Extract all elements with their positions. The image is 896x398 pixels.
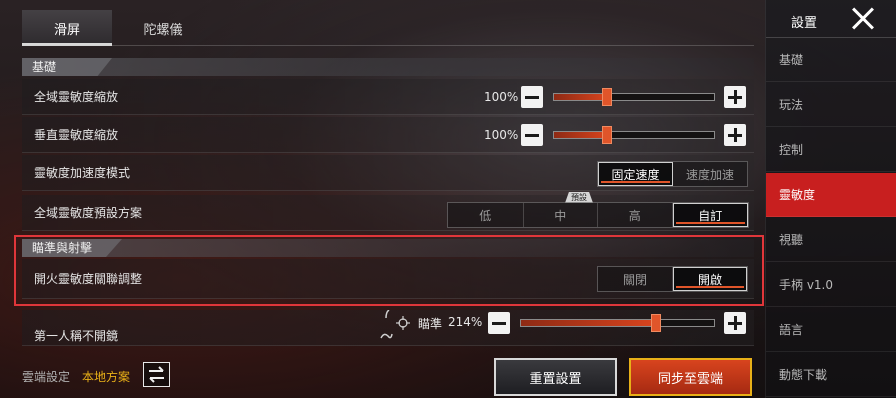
plus-icon [733,316,737,330]
first-person-value: 214% [448,315,483,329]
tab-swipe-label: 滑屏 [53,22,80,38]
first-person-label: 第一人稱不開鏡 [34,329,119,343]
first-person-knob[interactable] [651,314,661,332]
first-person-minus-button[interactable] [488,312,510,334]
global-sensitivity-plus-button[interactable] [724,86,746,108]
cloud-switch-button[interactable] [143,362,170,387]
sensitivity-preset-label: 全域靈敏度預設方案 [34,206,143,220]
sidebar-item-sensitivity[interactable]: 靈敏度 [766,173,896,217]
plus-icon [733,90,737,104]
global-sensitivity-value: 100% [484,90,519,104]
row-first-person: 第一人稱不開鏡 瞄準 214% [22,310,754,346]
acceleration-mode-selector: 固定速度 速度加速 [597,161,748,187]
crosshair-icon [396,316,410,330]
tab-divider [22,45,754,46]
cloud-setting-value: 本地方案 [82,370,131,384]
minus-icon [492,321,506,325]
sync-to-cloud-button[interactable]: 同步至雲端 [629,358,752,396]
minus-icon [525,133,539,137]
global-sensitivity-fill [554,94,607,100]
vertical-sensitivity-slider[interactable] [553,126,715,144]
highlight-frame [14,235,764,306]
first-person-slider[interactable] [520,314,715,332]
preset-option-medium[interactable]: 中 [524,203,598,227]
vertical-sensitivity-knob[interactable] [602,126,612,144]
accel-option-fixed[interactable]: 固定速度 [598,162,673,186]
global-sensitivity-label: 全域靈敏度縮放 [34,90,119,104]
first-person-aim-label: 瞄準 [418,317,443,331]
tab-swipe[interactable]: 滑屏 [22,10,112,46]
vertical-sensitivity-minus-button[interactable] [521,124,543,146]
acceleration-mode-label: 靈敏度加速度模式 [34,166,131,180]
preset-option-high[interactable]: 高 [598,203,673,227]
first-person-fill [521,320,656,326]
sidebar-item-audio-visual[interactable]: 視聽 [766,218,896,262]
sidebar-item-controls[interactable]: 控制 [766,128,896,172]
sidebar-item-dynamic-download[interactable]: 動態下載 [766,353,896,397]
preset-option-custom[interactable]: 自訂 [672,203,748,227]
cloud-setting-label: 雲端設定 [22,370,71,384]
close-icon[interactable] [850,6,876,32]
section-basic-title: 基礎 [32,60,57,74]
row-vertical-sensitivity: 垂直靈敏度縮放 100% [22,117,754,153]
preset-option-low[interactable]: 低 [448,203,524,227]
row-sensitivity-preset: 全域靈敏度預設方案 預設 低 中 高 自訂 [22,192,754,231]
sidebar-item-gameplay[interactable]: 玩法 [766,83,896,127]
global-sensitivity-knob[interactable] [602,88,612,106]
sidebar-title: 設置 [791,16,818,31]
swap-icon [149,366,164,383]
vertical-sensitivity-plus-button[interactable] [724,124,746,146]
sensitivity-preset-selector: 低 中 高 自訂 [447,202,749,228]
tab-gyroscope-label: 陀螺儀 [143,22,183,38]
sidebar-item-controller[interactable]: 手柄 v1.0 [766,263,896,307]
reset-settings-button[interactable]: 重置設置 [494,358,617,396]
row-global-sensitivity: 全域靈敏度縮放 100% [22,79,754,115]
sync-to-cloud-label: 同步至雲端 [657,371,723,387]
vertical-sensitivity-label: 垂直靈敏度縮放 [34,128,119,142]
reset-settings-label: 重置設置 [529,371,582,387]
plus-icon [733,128,737,142]
global-sensitivity-minus-button[interactable] [521,86,543,108]
accel-option-accelerate[interactable]: 速度加速 [673,162,747,186]
settings-sidebar: 設置 基礎 玩法 控制 靈敏度 視聽 手柄 v1.0 語言 動態下載 [765,0,896,398]
aim-hint-icon [380,310,393,339]
minus-icon [525,95,539,99]
sidebar-item-basic[interactable]: 基礎 [766,38,896,82]
sidebar-item-language[interactable]: 語言 [766,308,896,352]
row-acceleration-mode: 靈敏度加速度模式 固定速度 速度加速 [22,155,754,191]
tab-gyroscope[interactable]: 陀螺儀 [118,10,208,46]
first-person-plus-button[interactable] [724,312,746,334]
section-basic-header: 基礎 [22,58,754,76]
vertical-sensitivity-fill [554,132,607,138]
vertical-sensitivity-value: 100% [484,128,519,142]
global-sensitivity-slider[interactable] [553,88,715,106]
